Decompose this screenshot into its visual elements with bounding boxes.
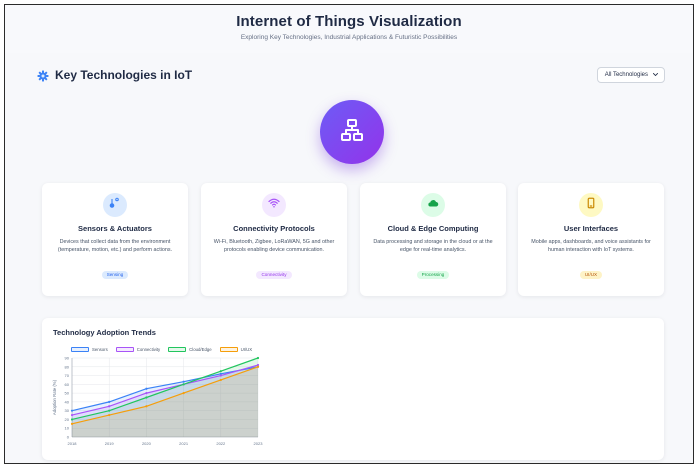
- card-cloud-edge-computing[interactable]: Cloud & Edge Computing Data processing a…: [360, 183, 506, 296]
- data-point: [108, 400, 111, 403]
- data-point: [70, 422, 74, 425]
- data-point: [70, 418, 74, 421]
- card-title: Connectivity Protocols: [233, 224, 315, 233]
- card-icon-circle: [579, 193, 603, 217]
- technology-cards: Sensors & Actuators Devices that collect…: [42, 183, 664, 296]
- data-point: [182, 380, 185, 383]
- legend-label: UI/UX: [240, 347, 253, 352]
- data-point: [145, 396, 148, 399]
- card-title: User Interfaces: [563, 224, 619, 233]
- card-connectivity-protocols[interactable]: Connectivity Protocols Wi-Fi, Bluetooth,…: [201, 183, 347, 296]
- card-sensors-actuators[interactable]: Sensors & Actuators Devices that collect…: [42, 183, 188, 296]
- y-tick-label: 50: [65, 391, 70, 396]
- network-hub-icon: [340, 118, 364, 147]
- data-point: [108, 405, 111, 408]
- data-point: [219, 374, 222, 377]
- data-point: [108, 409, 111, 412]
- page-header: Internet of Things Visualization Explori…: [5, 5, 693, 53]
- card-icon-circle: [262, 193, 286, 217]
- y-tick-label: 30: [65, 408, 70, 413]
- y-tick-label: 70: [65, 373, 70, 378]
- data-point: [182, 383, 185, 386]
- x-tick-label: 2022: [216, 441, 226, 446]
- legend-item-sensors[interactable]: Sensors: [71, 347, 108, 352]
- data-point: [219, 370, 222, 373]
- y-tick-label: 20: [65, 417, 70, 422]
- y-tick-label: 10: [65, 426, 70, 431]
- y-tick-label: 90: [65, 356, 70, 361]
- card-badge: UI/UX: [579, 270, 603, 279]
- legend-swatch: [219, 347, 238, 352]
- section-title: Key Technologies in IoT: [55, 68, 193, 82]
- y-tick-label: 0: [67, 435, 70, 440]
- data-point: [70, 409, 74, 412]
- data-point: [70, 413, 74, 417]
- gear-icon: [37, 69, 49, 82]
- legend-swatch: [115, 347, 134, 352]
- legend-item-cloud-edge[interactable]: Cloud/Edge: [168, 347, 212, 352]
- page-title: Internet of Things Visualization: [236, 13, 462, 30]
- section-title-group: Key Technologies in IoT: [37, 68, 192, 82]
- data-point: [256, 356, 260, 360]
- y-axis-label: Adoption Rate (%): [52, 379, 57, 415]
- card-badge: Sensing: [101, 270, 129, 279]
- card-icon-circle: [421, 193, 445, 217]
- legend-swatch: [168, 347, 187, 352]
- x-tick-label: 2020: [142, 441, 152, 446]
- data-point: [108, 413, 111, 417]
- adoption-trends-card: Technology Adoption Trends 0 10 20 30 40 50 60…: [42, 318, 664, 460]
- legend-label: Connectivity: [136, 347, 161, 352]
- data-point: [145, 392, 148, 395]
- section-header: Key Technologies in IoT All Technologies: [37, 64, 665, 86]
- legend-swatch: [71, 347, 89, 352]
- x-tick-label: 2021: [179, 441, 189, 446]
- chevron-down-icon: [652, 71, 659, 80]
- adoption-trends-chart: 0 10 20 30 40 50 60 70 80 90 2018 2019 2020 2021 2022 2…: [52, 356, 264, 447]
- card-title: Sensors & Actuators: [78, 224, 152, 233]
- dropdown-selected-value: All Technologies: [604, 72, 648, 78]
- card-description: Mobile apps, dashboards, and voice assis…: [531, 239, 651, 253]
- chart-legend: Sensors Connectivity Cloud/Edge UI/UX: [71, 347, 252, 352]
- x-tick-label: 2019: [105, 441, 115, 446]
- y-tick-label: 80: [65, 364, 70, 369]
- y-tick-label: 60: [65, 382, 70, 387]
- card-user-interfaces[interactable]: User Interfaces Mobile apps, dashboards,…: [518, 183, 664, 296]
- wifi-icon: [268, 196, 280, 214]
- legend-item-ui-ux[interactable]: UI/UX: [219, 347, 253, 352]
- card-badge: Connectivity: [256, 270, 292, 279]
- page-subtitle: Exploring Key Technologies, Industrial A…: [240, 34, 458, 41]
- iot-hub-button[interactable]: [320, 100, 384, 164]
- cloud-icon: [427, 196, 439, 214]
- legend-label: Cloud/Edge: [189, 347, 212, 352]
- technology-filter-dropdown[interactable]: All Technologies: [596, 67, 665, 83]
- data-point: [145, 387, 148, 390]
- y-tick-label: 40: [65, 399, 70, 404]
- legend-label: Sensors: [92, 347, 108, 352]
- card-description: Wi-Fi, Bluetooth, Zigbee, LoRaWAN, 5G an…: [213, 239, 335, 253]
- x-tick-label: 2023: [254, 441, 264, 446]
- card-description: Data processing and storage in the cloud…: [373, 239, 493, 253]
- sensor-icon: [109, 196, 121, 214]
- data-point: [182, 392, 185, 395]
- card-description: Devices that collect data from the envir…: [57, 239, 173, 253]
- smartphone-icon: [585, 196, 597, 214]
- data-point: [145, 405, 148, 408]
- card-badge: Processing: [416, 270, 450, 279]
- data-point: [256, 365, 260, 368]
- card-icon-circle: [103, 193, 127, 217]
- data-point: [219, 378, 222, 382]
- card-title: Cloud & Edge Computing: [387, 224, 479, 233]
- x-tick-label: 2018: [68, 441, 78, 446]
- legend-item-connectivity[interactable]: Connectivity: [115, 347, 161, 352]
